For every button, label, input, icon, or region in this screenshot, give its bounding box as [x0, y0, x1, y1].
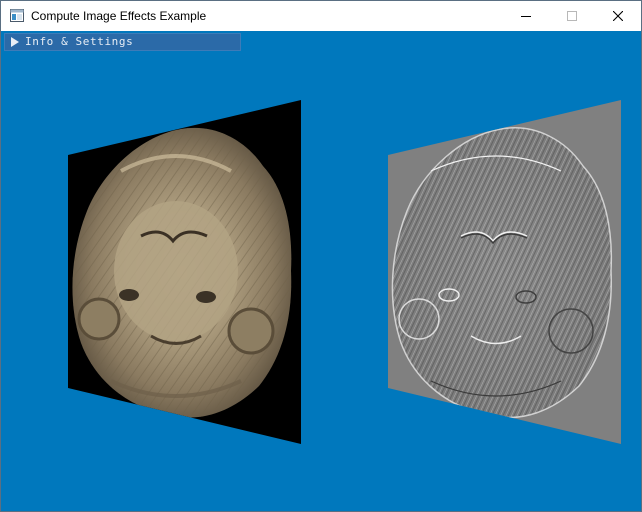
app-window: Compute Image Effects Example Info & Set…: [0, 0, 642, 512]
right-image-quad: [388, 100, 621, 444]
close-icon: [613, 11, 623, 21]
panel-title[interactable]: Info & Settings: [25, 35, 133, 49]
triangle-right-icon[interactable]: [10, 37, 20, 47]
maximize-icon: [567, 11, 577, 21]
minimize-icon: [521, 16, 531, 17]
minimize-button[interactable]: [503, 1, 549, 31]
left-image-quad: [68, 100, 301, 444]
window-title: Compute Image Effects Example: [31, 9, 207, 23]
scene-canvas: [68, 100, 621, 444]
title-bar[interactable]: Compute Image Effects Example: [1, 1, 641, 31]
app-window-icon: [10, 9, 24, 22]
info-settings-panel-header[interactable]: Info & Settings: [4, 33, 241, 51]
render-viewport[interactable]: Info & Settings: [1, 31, 641, 511]
close-button[interactable]: [595, 1, 641, 31]
maximize-button[interactable]: [549, 1, 595, 31]
